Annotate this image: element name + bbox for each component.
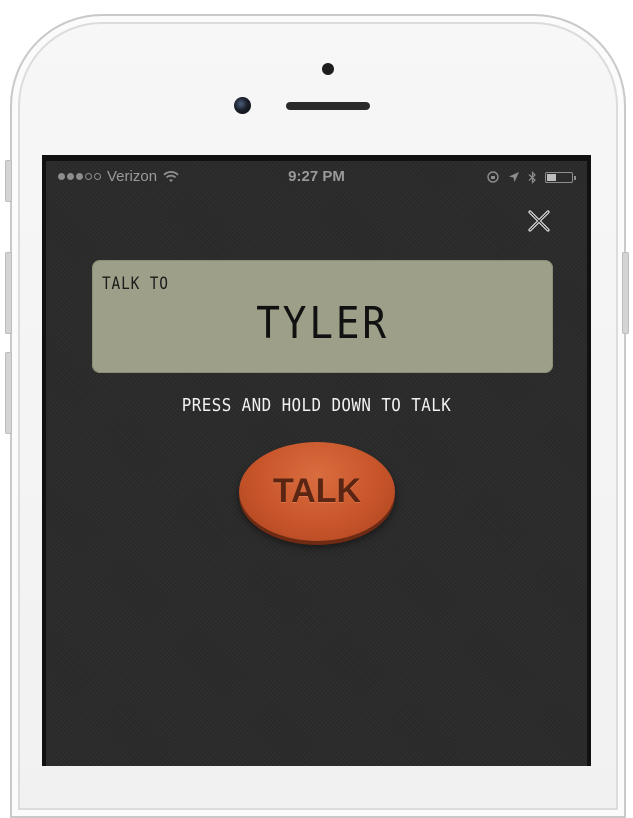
close-x-icon [528,210,550,232]
talk-button[interactable]: TALK [239,442,395,541]
location-arrow-icon [509,172,519,182]
status-bar: Verizon 9:27 PM [46,161,587,191]
earpiece-speaker [286,102,370,110]
front-camera [234,97,251,114]
talk-button-label: TALK [272,472,362,510]
lcd-display: TALK TO TYLER [92,260,553,373]
bluetooth-icon [528,170,536,184]
talk-to-label: TALK TO [102,274,169,294]
close-button[interactable] [527,209,551,233]
volume-up-button [5,252,12,334]
battery-icon [545,171,576,183]
power-button [622,252,629,334]
app-screen: Verizon 9:27 PM TALK TO TYLER PRESS AND … [42,155,591,766]
status-icons [486,170,576,184]
rotation-lock-icon [487,171,499,183]
side-button [5,160,12,202]
contact-name: TYLER [256,298,389,349]
proximity-sensor [322,63,334,75]
instruction-text: PRESS AND HOLD DOWN TO TALK [181,395,452,416]
volume-down-button [5,352,12,434]
